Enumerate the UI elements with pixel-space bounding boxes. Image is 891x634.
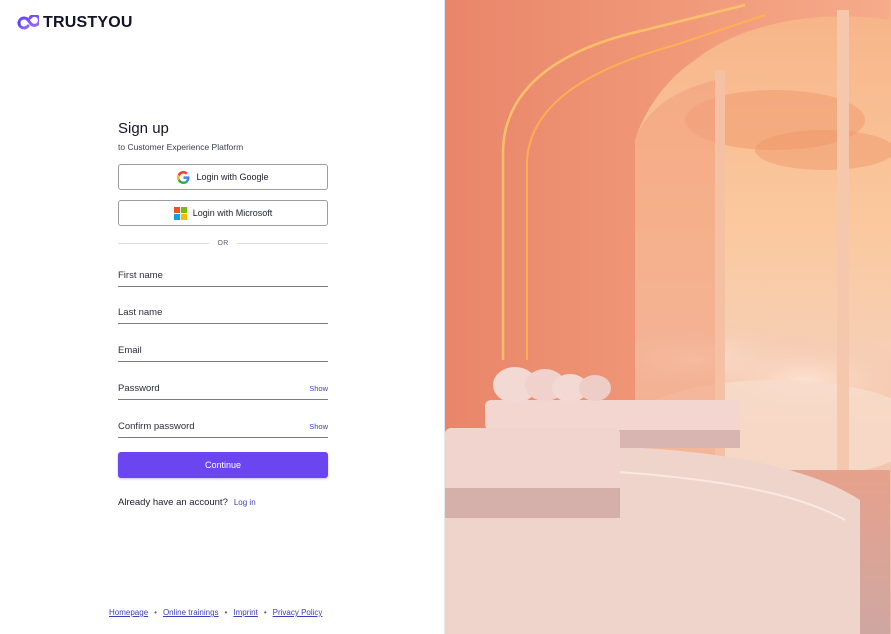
- signup-panel: TRUSTYOU Sign up to Customer Experience …: [0, 0, 445, 634]
- have-account-row: Already have an account? Log in: [118, 497, 256, 508]
- signup-header: Sign up to Customer Experience Platform: [118, 120, 328, 152]
- hero-image: [445, 0, 891, 634]
- divider-line-right: [236, 242, 329, 244]
- login-with-microsoft-button[interactable]: Login with Microsoft: [118, 200, 328, 226]
- footer-links: Homepage • Online trainings • Imprint • …: [109, 608, 322, 617]
- google-icon: [177, 170, 190, 184]
- last-name-field[interactable]: Last name: [118, 302, 328, 324]
- footer-separator: •: [224, 608, 228, 617]
- microsoft-button-label: Login with Microsoft: [192, 208, 273, 218]
- last-name-label: Last name: [118, 307, 163, 318]
- log-in-link[interactable]: Log in: [234, 498, 256, 507]
- or-divider: OR: [118, 238, 329, 248]
- footer-separator: •: [154, 608, 157, 617]
- google-button-label: Login with Google: [196, 172, 269, 182]
- footer-link-imprint[interactable]: Imprint: [233, 608, 257, 617]
- confirm-password-field[interactable]: Confirm password Show: [118, 416, 328, 438]
- footer-link-privacy-policy[interactable]: Privacy Policy: [273, 608, 323, 617]
- confirm-password-show-toggle[interactable]: Show: [309, 422, 328, 431]
- page-title: Sign up: [118, 120, 169, 137]
- email-field[interactable]: Email: [118, 340, 328, 362]
- footer-link-online-trainings[interactable]: Online trainings: [163, 608, 219, 617]
- hotel-room-sunset-image: [445, 0, 891, 634]
- password-field[interactable]: Password Show: [118, 378, 328, 400]
- trustyou-logo[interactable]: TRUSTYOU: [15, 14, 133, 32]
- footer-separator: •: [263, 608, 267, 617]
- first-name-field[interactable]: First name: [118, 265, 328, 287]
- password-label: Password: [118, 383, 160, 394]
- footer-link-homepage[interactable]: Homepage: [109, 608, 148, 617]
- continue-button[interactable]: Continue: [118, 452, 328, 478]
- microsoft-icon: [173, 206, 187, 220]
- or-label: OR: [217, 239, 229, 247]
- confirm-password-label: Confirm password: [118, 421, 195, 432]
- page-subtitle: to Customer Experience Platform: [118, 142, 244, 152]
- login-with-google-button[interactable]: Login with Google: [118, 164, 328, 190]
- first-name-label: First name: [118, 270, 163, 281]
- trustyou-logo-icon: [17, 15, 39, 30]
- email-label: Email: [118, 345, 142, 356]
- have-account-text: Already have an account?: [118, 497, 228, 508]
- divider-line-left: [118, 242, 210, 244]
- logo-text: TRUSTYOU: [43, 14, 133, 31]
- password-show-toggle[interactable]: Show: [309, 384, 328, 393]
